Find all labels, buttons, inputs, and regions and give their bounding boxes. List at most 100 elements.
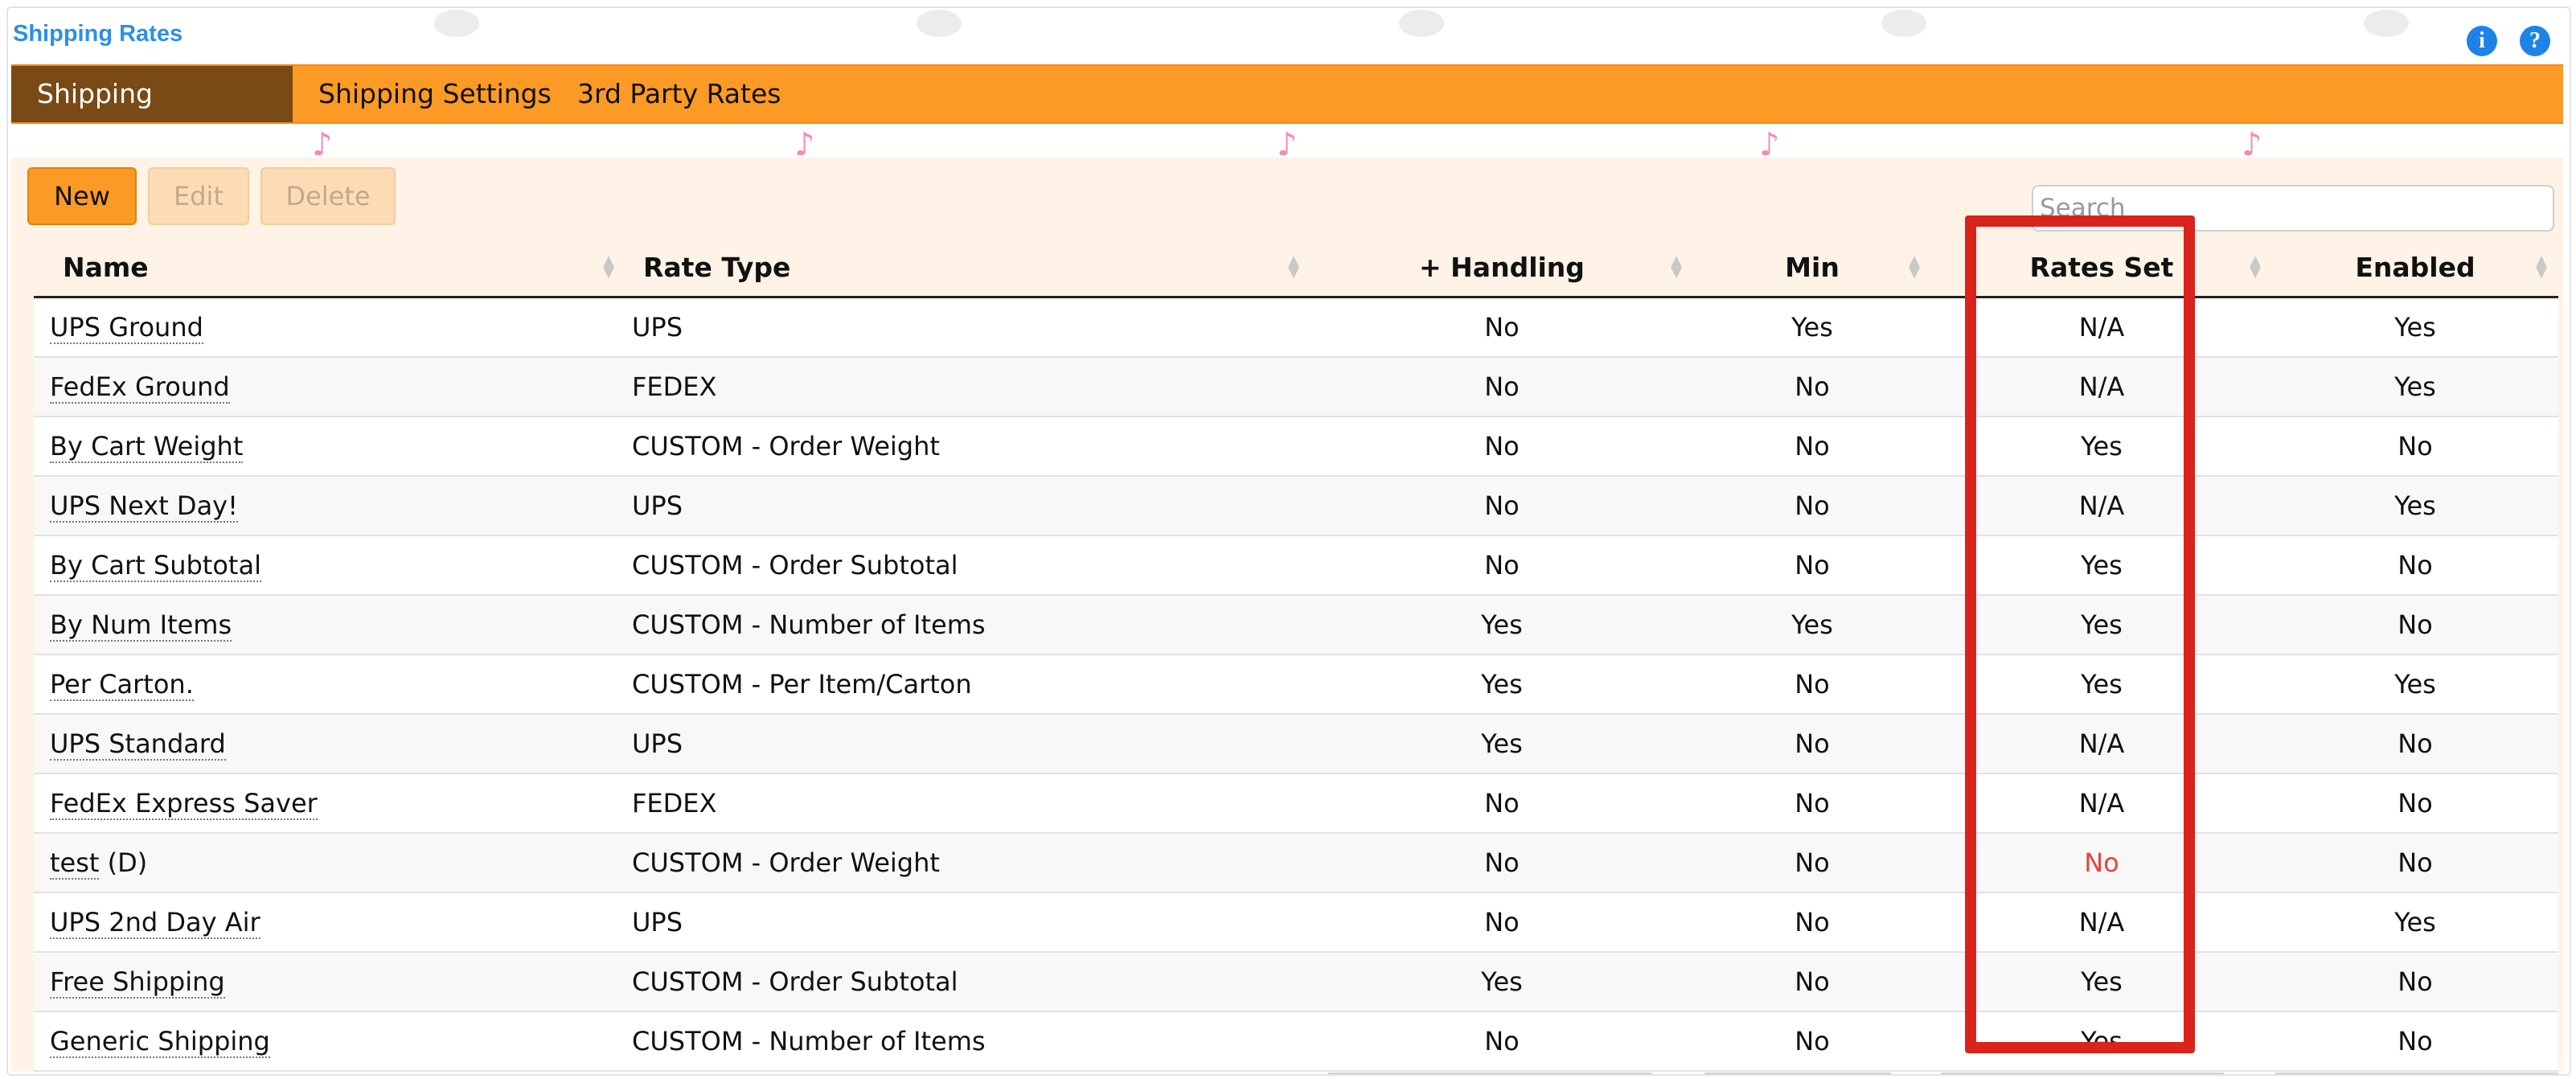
cell-name: UPS Standard (34, 714, 626, 774)
search-input[interactable] (2032, 185, 2554, 232)
method-name-link[interactable]: test (50, 847, 100, 880)
cell-handling: No (1311, 773, 1693, 834)
pager-control[interactable] (2275, 1073, 2558, 1074)
method-name-link[interactable]: Per Carton. (50, 669, 194, 701)
sort-icon: ▲ ▼ (2250, 252, 2261, 281)
table-body: UPS Ground UPS No Yes N/A Yes FedEx Ground FEDE… (34, 297, 2558, 1072)
table-row[interactable]: UPS Standard UPS Yes No N/A No (34, 714, 2558, 774)
cell-rates-set: Yes (1931, 952, 2272, 1012)
cell-rate-type: UPS (626, 297, 1311, 358)
cell-min: No (1693, 416, 1931, 477)
cell-name: test (D) (34, 833, 626, 893)
tab-bar: Shipping Methods Shipping Settings 3rd P… (11, 64, 2563, 166)
method-name-link[interactable]: By Cart Weight (50, 431, 244, 463)
cell-handling: No (1311, 357, 1693, 417)
method-name-link[interactable]: FedEx Ground (50, 371, 230, 404)
cell-rates-set: N/A (1931, 357, 2272, 417)
tab-shipping-settings[interactable]: Shipping Settings (293, 66, 577, 122)
table-row[interactable]: UPS Ground UPS No Yes N/A Yes (34, 297, 2558, 358)
cell-rate-type: CUSTOM - Per Item/Carton (626, 654, 1311, 715)
cell-name: Per Carton. (34, 654, 626, 715)
table-row[interactable]: By Cart Subtotal CUSTOM - Order Subtotal N… (34, 535, 2558, 596)
cell-rate-type: CUSTOM - Number of Items (626, 595, 1311, 655)
cell-min: No (1693, 773, 1931, 834)
cell-enabled: Yes (2272, 654, 2558, 715)
column-header-enabled[interactable]: Enabled ▲ ▼ (2272, 238, 2558, 298)
decorative-shape (434, 10, 479, 37)
cell-min: No (1693, 654, 1931, 715)
table-row[interactable]: By Cart Weight CUSTOM - Order Weight No No Y… (34, 416, 2558, 477)
tab-shipping-methods[interactable]: Shipping Methods (11, 66, 293, 166)
cell-min: Yes (1693, 595, 1931, 655)
pager-control[interactable] (1328, 1073, 1651, 1074)
sort-icon: ▲ ▼ (1909, 252, 1920, 281)
music-note-icon: ♪ (794, 126, 815, 163)
method-name-link[interactable]: FedEx Express Saver (50, 788, 318, 820)
column-header-label: Min (1785, 251, 1840, 283)
method-name-link[interactable]: UPS Ground (50, 312, 203, 344)
method-name-link[interactable]: Free Shipping (50, 966, 225, 999)
edit-button[interactable]: Edit (148, 167, 249, 225)
method-name-link[interactable]: UPS Standard (50, 728, 226, 761)
table-row[interactable]: Generic Shipping CUSTOM - Number of Items… (34, 1011, 2558, 1072)
delete-button[interactable]: Delete (260, 167, 396, 225)
cell-name: UPS Next Day! (34, 476, 626, 536)
cell-min: No (1693, 714, 1931, 774)
method-name-link[interactable]: UPS 2nd Day Air (50, 907, 260, 939)
column-header-label: Name (63, 251, 149, 283)
table-row[interactable]: FedEx Express Saver FEDEX No No N/A No (34, 773, 2558, 834)
cell-rate-type: UPS (626, 892, 1311, 953)
tab-3rd-party-rates[interactable]: 3rd Party Rates (552, 66, 806, 122)
cell-handling: Yes (1311, 714, 1693, 774)
column-header-label: Rate Type (643, 251, 791, 283)
cell-enabled: No (2272, 833, 2558, 893)
method-name-link[interactable]: Generic Shipping (50, 1026, 270, 1058)
cell-name: Generic Shipping (34, 1011, 626, 1072)
method-name-link[interactable]: By Num Items (50, 609, 232, 642)
table-header-row: Name ▲ ▼ Rate Type ▲ ▼ + Handling ▲ ▼ Min ▲… (34, 238, 2558, 298)
methods-panel: New Edit Delete Name ▲▼ Rat (11, 158, 2563, 1072)
pager-control[interactable] (1704, 1073, 1891, 1074)
decorative-shape (917, 10, 962, 37)
cell-rates-set: Yes (1931, 416, 2272, 477)
cell-rate-type: CUSTOM - Order Subtotal (626, 952, 1311, 1012)
pager-control[interactable] (1941, 1073, 2224, 1074)
cell-enabled: Yes (2272, 357, 2558, 417)
method-name-suffix: (D) (99, 847, 148, 878)
table-row[interactable]: Free Shipping CUSTOM - Order Subtotal Yes N… (34, 952, 2558, 1012)
cell-min: No (1693, 476, 1931, 536)
new-button[interactable]: New (27, 167, 137, 225)
cell-rates-set: Yes (1931, 535, 2272, 596)
method-name-link[interactable]: By Cart Subtotal (50, 550, 261, 582)
cell-enabled: Yes (2272, 297, 2558, 358)
column-header-min[interactable]: Min ▲ ▼ (1693, 238, 1931, 298)
cell-name: UPS 2nd Day Air (34, 892, 626, 953)
cell-min: No (1693, 535, 1931, 596)
column-header-name[interactable]: Name ▲ ▼ (34, 238, 626, 298)
cell-rates-set: Yes (1931, 595, 2272, 655)
cell-rate-type: CUSTOM - Order Weight (626, 416, 1311, 477)
table-row[interactable]: Per Carton. CUSTOM - Per Item/Carton Yes No… (34, 654, 2558, 715)
shipping-methods-table: Name ▲ ▼ Rate Type ▲ ▼ + Handling ▲ ▼ Min ▲… (34, 238, 2558, 1072)
table-row[interactable]: test (D) CUSTOM - Order Weight No No No No (34, 833, 2558, 893)
decorative-shape (1399, 10, 1444, 37)
decorative-shape (1881, 10, 1926, 37)
table-row[interactable]: UPS 2nd Day Air UPS No No N/A Yes (34, 892, 2558, 953)
cell-rates-set: N/A (1931, 773, 2272, 834)
info-icon[interactable]: i (2467, 26, 2497, 56)
cell-rates-set: N/A (1931, 714, 2272, 774)
cell-min: No (1693, 833, 1931, 893)
method-name-link[interactable]: UPS Next Day! (50, 490, 238, 523)
table-row[interactable]: By Num Items CUSTOM - Number of Items Yes Y… (34, 595, 2558, 655)
app-window: ♪ ♪ ♪ ♪ ♪ Shipping Rates i ? Shipping Me… (6, 6, 2571, 1076)
column-header-rate-type[interactable]: Rate Type ▲ ▼ (626, 238, 1311, 298)
help-icon[interactable]: ? (2520, 26, 2550, 56)
table-row[interactable]: FedEx Ground FEDEX No No N/A Yes (34, 357, 2558, 417)
column-header-handling[interactable]: + Handling ▲ ▼ (1311, 238, 1693, 298)
table-row[interactable]: UPS Next Day! UPS No No N/A Yes (34, 476, 2558, 536)
column-header-rates-set[interactable]: Rates Set ▲ ▼ (1931, 238, 2272, 298)
cell-rates-set: Yes (1931, 654, 2272, 715)
sort-icon: ▲ ▼ (603, 252, 614, 281)
cell-rate-type: FEDEX (626, 357, 1311, 417)
cell-min: No (1693, 892, 1931, 953)
